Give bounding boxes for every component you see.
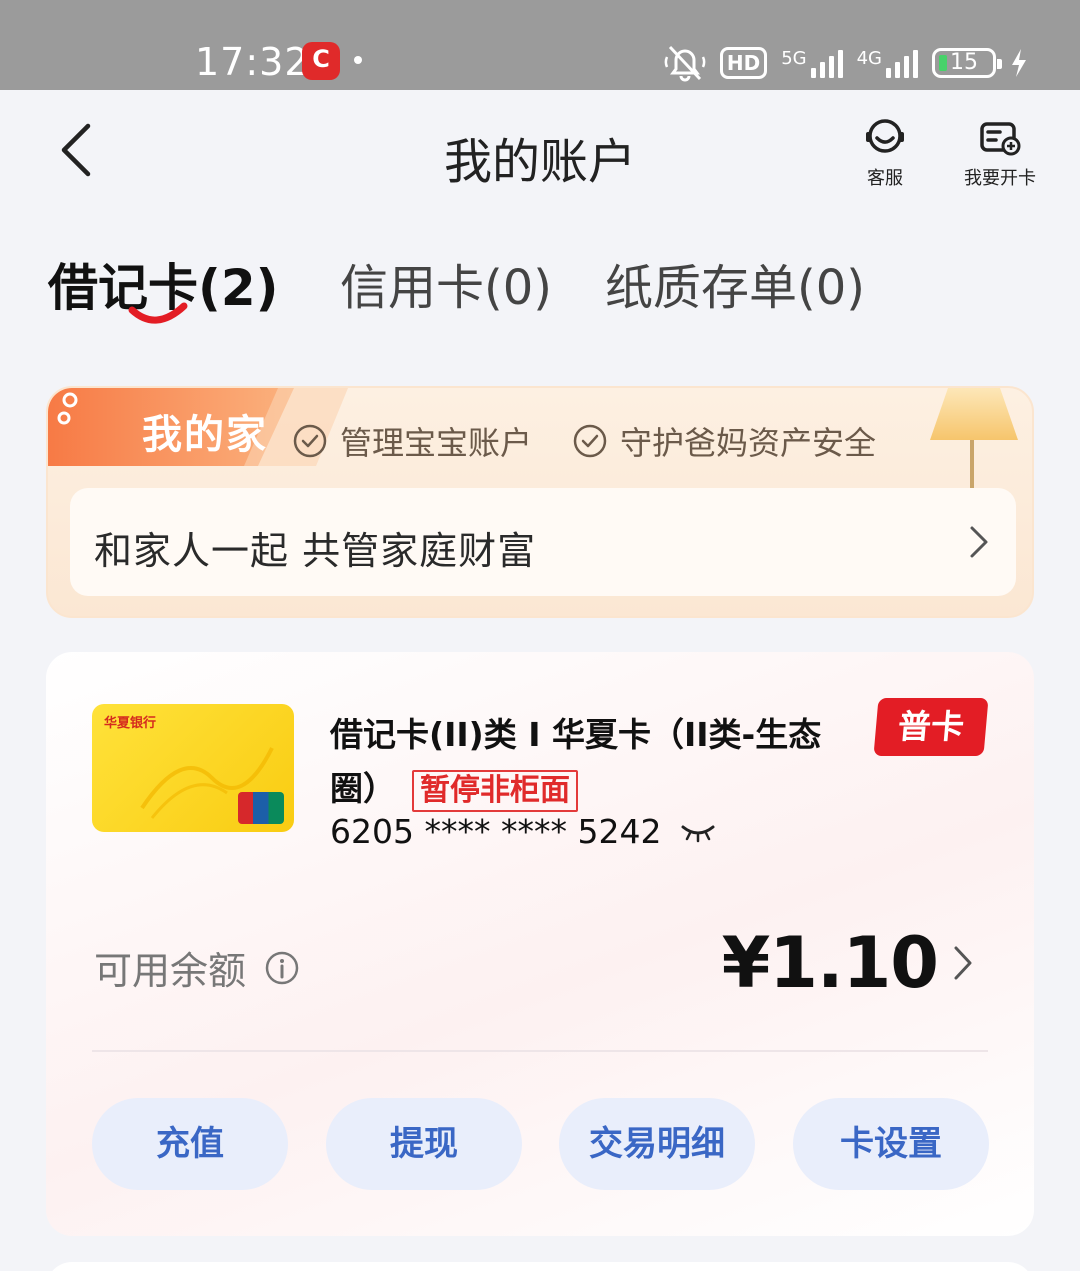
headset-icon <box>866 119 904 153</box>
charging-icon <box>1012 49 1026 77</box>
balance-label: 可用余额 <box>94 949 247 993</box>
signal-4g-icon: 4G <box>857 48 918 78</box>
open-card-label: 我要开卡 <box>964 168 1036 189</box>
battery-level: 15 <box>950 50 978 75</box>
status-indicators: HD 5G 4G 15 <box>664 42 1028 84</box>
info-icon[interactable] <box>264 950 300 986</box>
family-entry-row[interactable]: 和家人一起 共管家庭财富 <box>70 488 1016 596</box>
family-banner[interactable]: 我的家 管理宝宝账户 守护爸妈资产安全 和家人一起 共管家庭财富 <box>46 386 1034 618</box>
tab-credit-card[interactable]: 信用卡(0) <box>340 248 552 318</box>
check-circle-icon <box>293 424 327 458</box>
debit-card-image: 华夏银行 <box>92 704 294 832</box>
recharge-button[interactable]: 充值 <box>92 1098 288 1190</box>
net-label-4g: 4G <box>856 48 882 69</box>
card-number: 6205 **** **** 5242 <box>330 812 662 851</box>
transaction-details-button[interactable]: 交易明细 <box>559 1098 755 1190</box>
page-title: 我的账户 <box>443 134 636 190</box>
add-card-icon <box>980 122 1021 156</box>
net-label-5g: 5G <box>781 48 807 69</box>
eye-closed-icon[interactable] <box>681 821 715 843</box>
lamp-icon <box>930 388 1018 488</box>
chevron-right-icon[interactable] <box>952 944 974 982</box>
card-number-row: 6205 **** **** 5242 <box>330 812 715 851</box>
divider <box>92 1050 988 1052</box>
family-tag-parents: 守护爸妈资产安全 <box>572 418 876 464</box>
chevron-right-icon <box>970 526 988 558</box>
card-level-badge: 普卡 <box>873 698 989 756</box>
account-card: 华夏银行 借记卡(II)类 I 华夏卡（II类-生态圈） 暂停非柜面 普卡 620… <box>46 652 1034 1236</box>
tab-active-indicator <box>128 302 188 324</box>
customer-service-label: 客服 <box>867 168 903 189</box>
customer-service-button[interactable]: 客服 <box>858 118 912 190</box>
hd-icon: HD <box>719 47 768 79</box>
unionpay-logo-icon <box>238 792 284 824</box>
mute-icon <box>664 45 706 82</box>
status-time: 17:32 <box>195 40 310 84</box>
signal-5g-icon: 5G <box>781 48 843 78</box>
family-badge-label: 我的家 <box>142 412 268 458</box>
card-settings-button[interactable]: 卡设置 <box>793 1098 989 1190</box>
notification-dot <box>354 56 362 64</box>
family-tag-label: 守护爸妈资产安全 <box>620 424 877 462</box>
card-title: 借记卡(II)类 I 华夏卡（II类-生态圈） 暂停非柜面 <box>330 708 830 816</box>
family-tag-label: 管理宝宝账户 <box>340 424 533 462</box>
tab-paper-deposit[interactable]: 纸质存单(0) <box>605 248 865 318</box>
family-slogan: 和家人一起 共管家庭财富 <box>94 529 537 573</box>
open-card-button[interactable]: 我要开卡 <box>958 118 1042 190</box>
battery-icon: 15 <box>932 48 1002 78</box>
family-tag-baby: 管理宝宝账户 <box>292 418 532 464</box>
status-badge: 暂停非柜面 <box>412 769 578 812</box>
app-notification-icon: C <box>302 42 340 80</box>
check-circle-icon <box>573 424 607 458</box>
next-account-card <box>46 1262 1034 1271</box>
balance-value[interactable]: ¥1.10 <box>722 922 939 1004</box>
withdraw-button[interactable]: 提现 <box>326 1098 522 1190</box>
status-bar: 17:32 C HD 5G 4G 15 <box>0 0 1080 90</box>
balance-label-row: 可用余额 <box>94 940 300 995</box>
